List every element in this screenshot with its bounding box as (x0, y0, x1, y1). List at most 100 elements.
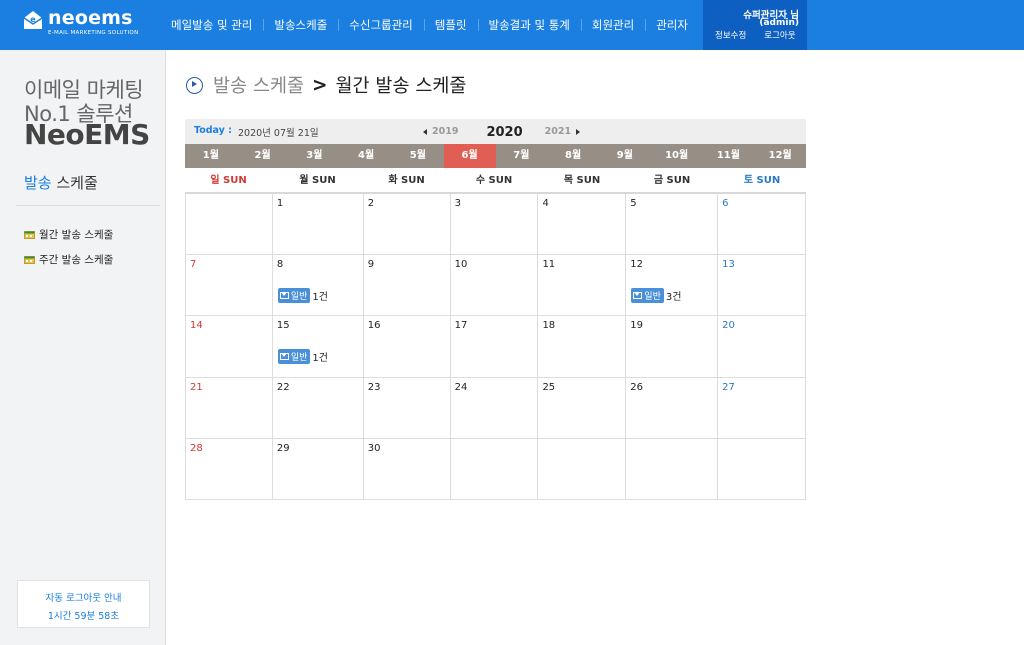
month-tab[interactable]: 9월 (599, 144, 651, 168)
day-number: 14 (190, 320, 203, 332)
today-colon: : (228, 125, 232, 136)
sidebar-item-weekly-schedule[interactable]: 주간 발송 스케줄 (24, 247, 113, 272)
month-tab[interactable]: 7월 (496, 144, 548, 168)
nav-mail-send[interactable]: 메일발송 및 관리 (160, 17, 263, 33)
schedule-event[interactable]: 일반 3건 (631, 288, 681, 304)
day-number: 7 (190, 259, 197, 271)
calendar-day-cell[interactable]: 4 (538, 194, 627, 256)
schedule-event[interactable]: 일반 1건 (277, 349, 328, 365)
weekday-label: 화 SUN (388, 175, 425, 186)
calendar-day-cell[interactable]: 24 (450, 377, 539, 439)
breadcrumb-separator: > (311, 74, 328, 96)
calendar-day-cell[interactable]: 11 (538, 255, 627, 317)
calendar-day-cell[interactable]: 27 (718, 377, 807, 439)
day-number: 29 (276, 442, 290, 454)
calendar-day-cell[interactable]: 17 (450, 316, 539, 378)
month-tab[interactable]: 12월 (754, 144, 806, 168)
today-label: Today : (194, 125, 232, 136)
month-tab[interactable]: 10월 (651, 144, 703, 168)
calendar-day-cell[interactable]: 22 (272, 377, 364, 439)
page-title: 월간 발송 스케줄 (335, 76, 467, 97)
logout-link[interactable]: 로그아웃 (764, 29, 795, 41)
logo-text: neoems (48, 7, 133, 29)
calendar-day-cell[interactable]: 25 (538, 377, 627, 439)
calendar-week-row: 1 2 3 4 5 6 (186, 194, 807, 256)
day-number: 8 (276, 259, 284, 271)
calendar-week-row: 7 8 일반 1건 9 10 11 12 일반 3건 13 (186, 255, 807, 317)
calendar-day-cell[interactable]: 28 (186, 438, 273, 500)
month-tab[interactable]: 3월 (289, 144, 341, 168)
day-number: 2 (367, 198, 375, 209)
day-number: 15 (276, 320, 290, 332)
calendar-day-cell[interactable]: 3 (450, 194, 539, 256)
calendar-grid: 1 2 3 4 5 6 7 8 일반 1건 9 10 11 12 일반 3건 13 14 15 일반 1건 16 17 18 1… (185, 194, 807, 500)
section-title-rest: 스케줄 (51, 174, 98, 192)
month-tab[interactable]: 5월 (392, 144, 444, 168)
schedule-event[interactable]: 일반 1건 (277, 288, 328, 304)
calendar-day-cell[interactable]: 8 일반 1건 (272, 255, 364, 317)
calendar-day-cell[interactable]: 26 (626, 377, 719, 439)
calendar-day-cell[interactable]: 20 (718, 316, 807, 378)
nav-admin[interactable]: 관리자 (645, 17, 699, 33)
calendar-day-cell[interactable]: 23 (363, 377, 451, 439)
day-number: 24 (454, 381, 468, 393)
envelope-icon (279, 353, 289, 361)
calendar-day-cell[interactable]: 14 (186, 316, 273, 378)
current-year: 2020 (486, 125, 523, 140)
month-tab[interactable]: 6월 (443, 144, 496, 168)
sidebar-item-label: 주간 발송 스케줄 (39, 254, 114, 266)
month-tabs: 1월 2월 3월 4월 5월 6월 7월 8월 9월 10월 11월 12월 (185, 144, 806, 168)
calendar-day-cell[interactable]: 15 일반 1건 (272, 316, 364, 378)
event-count: 1건 (312, 292, 328, 304)
calendar-day-cell[interactable]: 21 (186, 377, 273, 439)
calendar-day-cell[interactable]: 30 (363, 438, 451, 500)
day-number: 26 (630, 381, 644, 393)
svg-text:e: e (30, 15, 36, 24)
event-type-badge: 일반 (631, 288, 664, 304)
nav-send-schedule[interactable]: 발송스케줄 (263, 17, 338, 33)
day-number: 25 (542, 381, 556, 393)
calendar-day-cell[interactable]: 19 (626, 316, 719, 378)
calendar-day-cell[interactable]: 12 일반 3건 (626, 255, 719, 317)
neoems-logo[interactable]: e neoems E-MAIL MARKETING SOLUTION (22, 7, 142, 39)
month-tab[interactable]: 8월 (547, 144, 599, 168)
auto-logout-timer: 1시간 59분 58초 (47, 611, 120, 622)
nav-template[interactable]: 템플릿 (423, 17, 478, 33)
calendar-day-cell[interactable]: 18 (538, 316, 627, 378)
envelope-icon (279, 292, 289, 300)
event-type-label: 일반 (290, 353, 308, 364)
nav-recipient-group[interactable]: 수신그룹관리 (338, 17, 423, 33)
next-year-button[interactable]: 2021 (545, 126, 581, 137)
month-tab[interactable]: 4월 (340, 144, 392, 168)
calendar-day-cell[interactable]: 5 (626, 194, 719, 256)
month-tab[interactable]: 11월 (703, 144, 755, 168)
event-type-badge: 일반 (277, 288, 311, 304)
arrow-right-icon (576, 128, 581, 135)
calendar-day-cell[interactable]: 1 (272, 194, 364, 256)
prev-year-button[interactable]: 2019 (423, 126, 458, 137)
weekday-label: 토 SUN (743, 175, 781, 186)
weekday-label: 목 SUN (563, 175, 601, 186)
calendar-week-row: 14 15 일반 1건 16 17 18 19 20 (186, 316, 807, 378)
nav-send-results[interactable]: 발송결과 및 통계 (477, 17, 581, 33)
breadcrumb-parent[interactable]: 발송 스케줄 (213, 72, 304, 98)
calendar-day-cell[interactable]: 10 (450, 255, 539, 317)
calendar-day-cell (626, 438, 719, 500)
calendar-day-cell[interactable]: 13 (718, 255, 807, 317)
calendar-day-cell[interactable]: 6 (718, 194, 807, 256)
calendar-day-cell[interactable]: 7 (186, 255, 273, 317)
nav-member-management[interactable]: 회원관리 (580, 17, 645, 33)
calendar-day-cell[interactable]: 2 (363, 194, 451, 256)
calendar-day-cell[interactable]: 9 (363, 255, 451, 317)
month-tab[interactable]: 2월 (237, 144, 289, 168)
calendar-day-cell (718, 438, 807, 500)
month-tab[interactable]: 1월 (185, 144, 237, 168)
sidebar-item-monthly-schedule[interactable]: 월간 발송 스케줄 (24, 222, 113, 247)
sidebar: 이메일 마케팅 No.1 솔루션 NeoEMS 발송 스케줄 월간 발송 스케줄… (0, 50, 166, 645)
calendar-day-cell[interactable]: 16 (363, 316, 451, 378)
sidebar-divider (16, 205, 160, 206)
edit-info-link[interactable]: 정보수정 (715, 29, 746, 41)
calendar-icon (24, 256, 35, 264)
weekday-label: 일 SUN (210, 175, 247, 186)
calendar-day-cell[interactable]: 29 (272, 438, 364, 500)
